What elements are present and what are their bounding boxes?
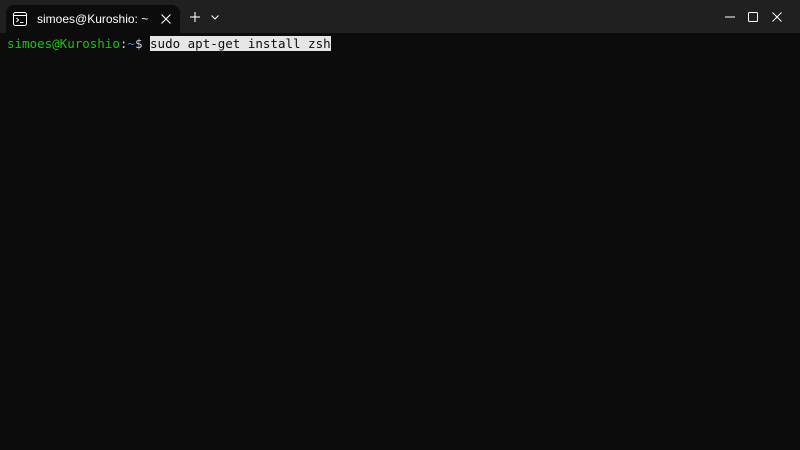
- terminal-window: simoes@Kuroshio: ~ simoes@Kuroshio:~$ su…: [0, 0, 800, 450]
- tab-dropdown-button[interactable]: [207, 8, 223, 26]
- new-tab-button[interactable]: [186, 8, 204, 26]
- command-text[interactable]: sudo apt-get install zsh: [150, 36, 331, 51]
- prompt-symbol: $: [134, 36, 143, 51]
- close-icon[interactable]: [158, 11, 174, 27]
- title-bar[interactable]: simoes@Kuroshio: ~: [0, 0, 800, 33]
- plus-icon: [190, 12, 200, 22]
- close-icon: [772, 11, 782, 22]
- prompt-line: simoes@Kuroshio:~$ sudo apt-get install …: [7, 36, 331, 52]
- prompt-path: ~: [127, 36, 135, 51]
- tab-terminal[interactable]: simoes@Kuroshio: ~: [6, 5, 180, 33]
- close-window-button[interactable]: [754, 0, 800, 33]
- terminal-output[interactable]: simoes@Kuroshio:~$ sudo apt-get install …: [0, 33, 800, 450]
- chevron-down-icon: [211, 14, 219, 20]
- prompt-user-host: simoes@Kuroshio: [7, 36, 120, 51]
- terminal-icon: [13, 12, 27, 26]
- tab-title: simoes@Kuroshio: ~: [37, 12, 149, 26]
